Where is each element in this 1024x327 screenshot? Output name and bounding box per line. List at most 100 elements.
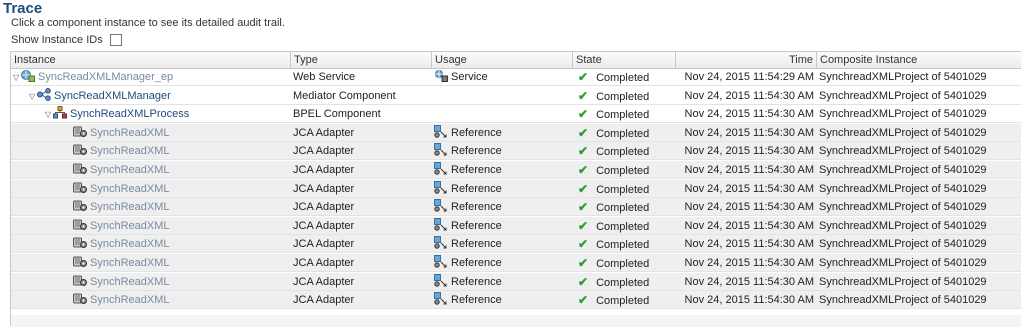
adapter-icon: [73, 236, 87, 249]
composite-instance-link[interactable]: SynchreadXMLProject of 5401029: [819, 254, 987, 272]
type-cell: JCA Adapter: [293, 275, 355, 288]
column-header-composite-instance[interactable]: Composite Instance: [817, 52, 1021, 68]
table-row[interactable]: ▽ SyncReadXMLManager Mediator Component ✔ Co…: [11, 87, 1021, 105]
usage-cell: Reference: [434, 217, 502, 235]
check-icon: ✔: [578, 70, 589, 84]
instance-link[interactable]: SyncReadXMLManager: [54, 90, 171, 102]
column-header-time[interactable]: Time: [676, 52, 817, 68]
instance-link[interactable]: SynchReadXMLProcess: [70, 108, 189, 120]
table-row[interactable]: ▽ SynchReadXMLProcess BPEL Component ✔ Compl…: [11, 105, 1021, 124]
adapter-icon: [73, 292, 87, 305]
instance-link[interactable]: SynchReadXML: [90, 257, 170, 269]
time-cell: Nov 24, 2015 11:54:30 AM: [684, 294, 814, 307]
time-cell: Nov 24, 2015 11:54:30 AM: [684, 182, 814, 195]
expand-toggle-icon[interactable]: ▽: [13, 69, 21, 86]
type-cell: JCA Adapter: [293, 126, 355, 139]
instance-link[interactable]: SynchReadXML: [90, 145, 170, 157]
table-row[interactable]: SynchReadXML JCA Adapter Reference ✔ Complet…: [11, 235, 1021, 254]
time-cell: Nov 24, 2015 11:54:29 AM: [684, 71, 814, 83]
composite-instance-link[interactable]: SynchreadXMLProject of 5401029: [819, 198, 987, 216]
reference-icon: [434, 124, 448, 138]
usage-label: Reference: [451, 164, 502, 176]
adapter-icon: [73, 255, 87, 268]
usage-label: Reference: [451, 294, 502, 307]
reference-icon: [434, 180, 448, 194]
table-row[interactable]: SynchReadXML JCA Adapter Reference ✔ Complet…: [11, 291, 1021, 310]
expand-toggle-icon[interactable]: ▽: [29, 88, 37, 105]
composite-instance-link[interactable]: SynchreadXMLProject of 5401029: [819, 87, 987, 105]
composite-instance-link[interactable]: SynchreadXMLProject of 5401029: [819, 68, 987, 86]
instance-link[interactable]: SynchReadXML: [90, 220, 170, 232]
state-cell: ✔ Completed: [574, 180, 649, 198]
table-row[interactable]: SynchReadXML JCA Adapter Reference ✔ Complet…: [11, 142, 1021, 161]
state-label: Completed: [596, 183, 650, 196]
check-icon: ✔: [578, 144, 589, 159]
table-row[interactable]: SynchReadXML JCA Adapter Reference ✔ Complet…: [11, 198, 1021, 217]
table-row[interactable]: SynchReadXML JCA Adapter Reference ✔ Complet…: [11, 179, 1021, 198]
table-row[interactable]: SynchReadXML JCA Adapter Reference ✔ Complet…: [11, 216, 1021, 235]
instance-link[interactable]: SynchReadXML: [90, 238, 170, 250]
state-cell: ✔ Completed: [574, 254, 649, 272]
composite-instance-link[interactable]: SynchreadXMLProject of 5401029: [819, 124, 987, 142]
show-instance-ids[interactable]: Show Instance IDs: [11, 34, 122, 46]
state-cell: ✔ Completed: [574, 142, 649, 160]
reference-icon: [434, 162, 448, 175]
state-cell: ✔ Completed: [574, 87, 649, 105]
show-instance-ids-label: Show Instance IDs: [11, 34, 103, 46]
instance-link[interactable]: SynchReadXML: [90, 276, 170, 288]
instance-cell: ▽ SynchReadXMLProcess: [45, 105, 189, 123]
composite-instance-link[interactable]: SynchreadXMLProject of 5401029: [819, 217, 987, 235]
column-header-type[interactable]: Type: [291, 52, 432, 68]
check-icon: ✔: [578, 107, 589, 122]
usage-label: Reference: [451, 126, 502, 139]
composite-instance-link[interactable]: SynchreadXMLProject of 5401029: [819, 273, 987, 291]
instance-cell: SynchReadXML: [73, 142, 170, 160]
reference-icon: [434, 273, 448, 287]
usage-label: Reference: [451, 238, 502, 251]
usage-label: Reference: [451, 201, 502, 214]
state-label: Completed: [596, 90, 650, 103]
composite-instance-link[interactable]: SynchreadXMLProject of 5401029: [819, 291, 987, 309]
instance-cell: SynchReadXML: [73, 161, 170, 179]
type-cell: JCA Adapter: [293, 182, 355, 195]
instance-cell: SynchReadXML: [73, 180, 170, 198]
instance-link[interactable]: SynchReadXML: [90, 164, 170, 176]
composite-instance-link[interactable]: SynchreadXMLProject of 5401029: [819, 161, 987, 179]
type-cell: JCA Adapter: [293, 164, 355, 176]
state-label: Completed: [596, 239, 650, 252]
composite-instance-link[interactable]: SynchreadXMLProject of 5401029: [819, 180, 987, 198]
usage-cell: Reference: [434, 180, 502, 198]
adapter-icon: [73, 125, 87, 138]
composite-instance-link[interactable]: SynchreadXMLProject of 5401029: [819, 142, 987, 160]
instance-link[interactable]: SynchReadXML: [90, 201, 170, 213]
state-cell: ✔ Completed: [574, 273, 649, 291]
expand-toggle-icon[interactable]: ▽: [45, 106, 53, 123]
time-cell: Nov 24, 2015 11:54:30 AM: [684, 164, 814, 176]
instance-link[interactable]: SynchReadXML: [90, 183, 170, 195]
table-row[interactable]: ▽ SyncReadXMLManager_ep Web Service Service…: [11, 68, 1021, 86]
check-icon: ✔: [578, 200, 589, 215]
instance-link[interactable]: SynchReadXML: [90, 127, 170, 139]
table-row[interactable]: SynchReadXML JCA Adapter Reference ✔ Complet…: [11, 161, 1021, 179]
composite-instance-link[interactable]: SynchreadXMLProject of 5401029: [819, 235, 987, 253]
usage-label: Reference: [451, 257, 502, 269]
state-cell: ✔ Completed: [574, 161, 649, 179]
table-row[interactable]: SynchReadXML JCA Adapter Reference ✔ Complet…: [11, 254, 1021, 272]
usage-label: Reference: [451, 182, 502, 195]
check-icon: ✔: [578, 163, 589, 177]
table-row[interactable]: SynchReadXML JCA Adapter Reference ✔ Complet…: [11, 123, 1021, 142]
state-cell: ✔ Completed: [574, 68, 649, 86]
column-header-instance[interactable]: Instance: [11, 52, 291, 68]
column-header-state[interactable]: State: [573, 52, 676, 68]
check-icon: ✔: [578, 274, 589, 289]
instance-link[interactable]: SynchReadXML: [90, 294, 170, 306]
table-row[interactable]: SynchReadXML JCA Adapter Reference ✔ Complet…: [11, 272, 1021, 291]
instance-link[interactable]: SyncReadXMLManager_ep: [38, 71, 173, 83]
column-header-usage[interactable]: Usage: [432, 52, 573, 68]
composite-instance-link[interactable]: SynchreadXMLProject of 5401029: [819, 105, 987, 123]
show-instance-ids-checkbox[interactable]: [109, 34, 122, 46]
state-label: Completed: [596, 72, 650, 84]
state-cell: ✔ Completed: [574, 105, 649, 123]
reference-icon: [434, 199, 448, 212]
instance-cell: SynchReadXML: [73, 291, 170, 309]
